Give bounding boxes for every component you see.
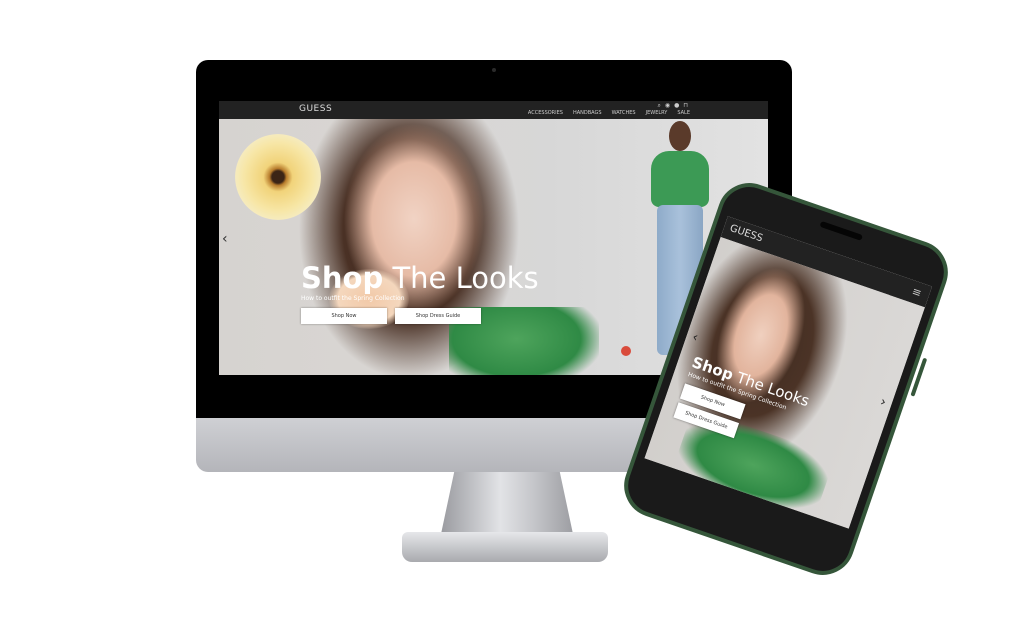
phone-prev-arrow-icon[interactable]: ‹ [690, 330, 700, 346]
nav-link-handbags[interactable]: HANDBAGS [573, 110, 602, 116]
nav-link-sale[interactable]: SALE [677, 110, 690, 116]
shop-dress-guide-button[interactable]: Shop Dress Guide [395, 308, 481, 324]
monitor-stand-neck [441, 472, 573, 534]
desktop-logo[interactable]: GUESS [299, 104, 332, 114]
user-icon[interactable]: ● [674, 102, 679, 110]
nav-links: ACCESSORIES HANDBAGS WATCHES JEWELRY SAL… [528, 110, 690, 116]
hero-title: Shop The Looks [301, 261, 539, 295]
nav-link-jewelry[interactable]: JEWELRY [646, 110, 668, 116]
nav-icon-group: ⌕ ◉ ● ⊓ [657, 102, 688, 110]
monitor-stand-base [402, 532, 608, 562]
hero-subtitle: How to outfit the Spring Collection [301, 295, 405, 302]
location-icon[interactable]: ◉ [665, 102, 670, 110]
nav-link-accessories[interactable]: ACCESSORIES [528, 110, 563, 116]
hamburger-menu-icon[interactable]: ≡ [910, 285, 923, 300]
desktop-nav-bar: GUESS ⌕ ◉ ● ⊓ ACCESSORIES HANDBAGS WATCH… [219, 101, 768, 119]
hero-prev-arrow-icon[interactable]: ‹ [222, 231, 228, 247]
hero-title-bold: Shop [301, 261, 384, 295]
cart-icon[interactable]: ⊓ [683, 102, 688, 110]
phone-speaker [819, 220, 863, 241]
chat-bubble-icon[interactable] [621, 346, 631, 356]
flower-image [235, 134, 321, 220]
hero-title-rest: The Looks [392, 261, 539, 295]
model-head [669, 121, 691, 151]
model-blouse [651, 151, 709, 207]
nav-link-watches[interactable]: WATCHES [612, 110, 636, 116]
search-icon[interactable]: ⌕ [657, 102, 660, 110]
camera-dot [492, 68, 496, 72]
phone-next-arrow-icon[interactable]: › [878, 394, 888, 410]
shop-now-button[interactable]: Shop Now [301, 308, 387, 324]
